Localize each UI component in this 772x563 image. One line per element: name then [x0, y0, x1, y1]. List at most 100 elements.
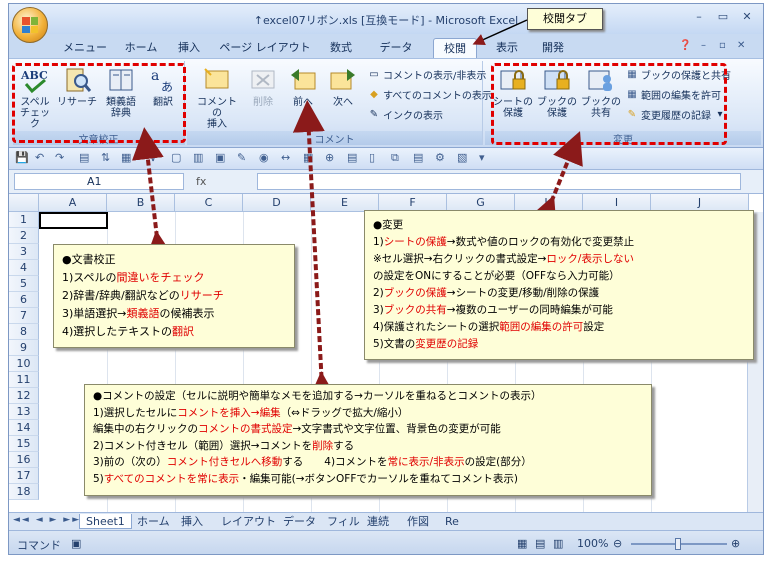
selected-cell-a1[interactable]: [39, 212, 108, 229]
ribbon-restore-button[interactable]: ▫: [719, 40, 726, 51]
row-header-4[interactable]: 4: [9, 260, 39, 276]
zoom-out-icon[interactable]: ⊖: [613, 537, 622, 550]
show-all-comments-button[interactable]: ◆ すべてのコメントの表示: [367, 87, 492, 102]
column-header-d[interactable]: D: [243, 194, 311, 212]
format-icon[interactable]: ✎: [237, 151, 246, 164]
show-ink-button[interactable]: ✎ インクの表示: [367, 107, 443, 122]
callout-proofing-line-1: 1)スペルの間違いをチェック: [62, 269, 286, 287]
row-header-5[interactable]: 5: [9, 276, 39, 292]
document-icon[interactable]: ▯: [369, 151, 375, 164]
chart-icon[interactable]: ▥: [193, 151, 203, 164]
select-all-corner[interactable]: [9, 194, 39, 212]
text: 3)単語選択→: [62, 307, 127, 320]
undo-icon[interactable]: ↶: [35, 151, 44, 164]
column-header-c[interactable]: C: [175, 194, 243, 212]
delete-comment-button[interactable]: 削除: [245, 65, 281, 108]
text: 3): [373, 304, 384, 316]
lookup-icon[interactable]: ⊕: [325, 151, 334, 164]
formula-input[interactable]: [257, 173, 741, 190]
tab-data[interactable]: データ: [371, 38, 421, 58]
new-comment-button[interactable]: コメントの 挿入: [193, 65, 241, 130]
sheet-tab-data[interactable]: データ: [277, 514, 322, 529]
macro-record-icon[interactable]: ▣: [71, 537, 81, 550]
row-header-16[interactable]: 16: [9, 452, 39, 468]
zoom-in-icon[interactable]: ⊕: [731, 537, 740, 550]
column-header-a[interactable]: A: [39, 194, 107, 212]
previous-comment-icon: [288, 65, 318, 95]
sheet-tab-home[interactable]: ホーム: [131, 514, 176, 529]
row-header-2[interactable]: 2: [9, 228, 39, 244]
tab-page-layout[interactable]: ページ レイアウト: [217, 38, 313, 58]
row-header-12[interactable]: 12: [9, 388, 39, 404]
row-header-17[interactable]: 17: [9, 468, 39, 484]
connector-icon[interactable]: ↔: [281, 151, 290, 164]
sheet-tab-insert[interactable]: 挿入: [175, 514, 209, 529]
zoom-level[interactable]: 100%: [577, 537, 608, 550]
redo-icon[interactable]: ↷: [55, 151, 64, 164]
zoom-slider-thumb[interactable]: [675, 538, 681, 550]
sort-icon[interactable]: ⇅: [101, 151, 110, 164]
paint-icon[interactable]: ▧: [457, 151, 467, 164]
row-header-11[interactable]: 11: [9, 372, 39, 388]
ribbon-minimize-button[interactable]: –: [701, 40, 706, 51]
customize-toolbar-icon[interactable]: ▾: [479, 151, 485, 164]
row-header-6[interactable]: 6: [9, 292, 39, 308]
settings-icon[interactable]: ⚙: [435, 151, 445, 164]
sheet-tab-sheet1[interactable]: Sheet1: [79, 514, 132, 529]
maximize-button[interactable]: ▭: [711, 8, 735, 26]
row-header-7[interactable]: 7: [9, 308, 39, 324]
row-header-15[interactable]: 15: [9, 436, 39, 452]
page-layout-view-icon[interactable]: ▤: [535, 537, 545, 550]
row-header-13[interactable]: 13: [9, 404, 39, 420]
page-break-view-icon[interactable]: ▥: [553, 537, 563, 550]
graph-icon[interactable]: ▦: [303, 151, 313, 164]
copy-icon[interactable]: ⧉: [391, 151, 399, 165]
camera-icon[interactable]: ◉: [259, 151, 269, 164]
row-header-14[interactable]: 14: [9, 420, 39, 436]
clipboard-icon[interactable]: ▤: [347, 151, 357, 164]
table-icon[interactable]: ▦: [121, 151, 131, 164]
sheet-navigation-icon[interactable]: ◄◄ ◄ ► ►►: [13, 515, 81, 525]
next-comment-button[interactable]: 次へ: [325, 65, 361, 108]
name-box[interactable]: A1: [14, 173, 184, 190]
save-icon[interactable]: 💾: [15, 151, 29, 164]
sheet-tab-fill[interactable]: フィル: [321, 514, 366, 529]
paste-icon[interactable]: ▤: [413, 151, 423, 164]
tab-review[interactable]: 校閲: [433, 38, 477, 58]
border-icon[interactable]: ▢: [171, 151, 181, 164]
previous-comment-button[interactable]: 前へ: [285, 65, 321, 108]
text: する 4)コメントを: [282, 456, 388, 468]
tab-insert[interactable]: 挿入: [169, 38, 209, 58]
callout-proofing-title: ●文書校正: [62, 253, 116, 266]
normal-view-icon[interactable]: ▦: [517, 537, 527, 550]
office-button[interactable]: [12, 7, 48, 43]
row-header-10[interactable]: 10: [9, 356, 39, 372]
minimize-button[interactable]: –: [687, 8, 711, 26]
row-header-1[interactable]: 1: [9, 212, 39, 228]
row-header-3[interactable]: 3: [9, 244, 39, 260]
tab-menu[interactable]: メニュー: [57, 38, 113, 58]
close-button[interactable]: ✕: [735, 8, 759, 26]
sheet-tab-series[interactable]: 連続: [361, 514, 395, 529]
tab-formulas[interactable]: 数式: [319, 38, 363, 58]
sheet-tab-re[interactable]: Re: [439, 514, 465, 529]
highlight-changes: [491, 63, 727, 145]
column-header-b[interactable]: B: [107, 194, 175, 212]
show-hide-comment-button[interactable]: ▭ コメントの表示/非表示: [367, 67, 486, 82]
row-header-9[interactable]: 9: [9, 340, 39, 356]
callout-changes-line-1: 1)シートの保護→数式や値のロックの有効化で変更禁止: [373, 234, 745, 251]
help-icon[interactable]: ❓: [679, 40, 691, 51]
sheet-tab-drawing[interactable]: 作図: [401, 514, 435, 529]
ribbon-close-button[interactable]: ✕: [737, 40, 745, 51]
tab-view[interactable]: 表示: [485, 38, 529, 58]
row-header-8[interactable]: 8: [9, 324, 39, 340]
sheet-tab-layout[interactable]: レイアウト: [215, 514, 282, 529]
filter-icon[interactable]: ⊽: [149, 151, 157, 164]
print-preview-icon[interactable]: ▤: [79, 151, 89, 164]
text: →シートの変更/移動/削除の保護: [446, 287, 600, 299]
insert-function-button[interactable]: fx: [196, 173, 256, 190]
row-header-18[interactable]: 18: [9, 484, 39, 500]
tab-home[interactable]: ホーム: [119, 38, 163, 58]
picture-icon[interactable]: ▣: [215, 151, 225, 164]
tab-developer[interactable]: 開発: [531, 38, 575, 58]
